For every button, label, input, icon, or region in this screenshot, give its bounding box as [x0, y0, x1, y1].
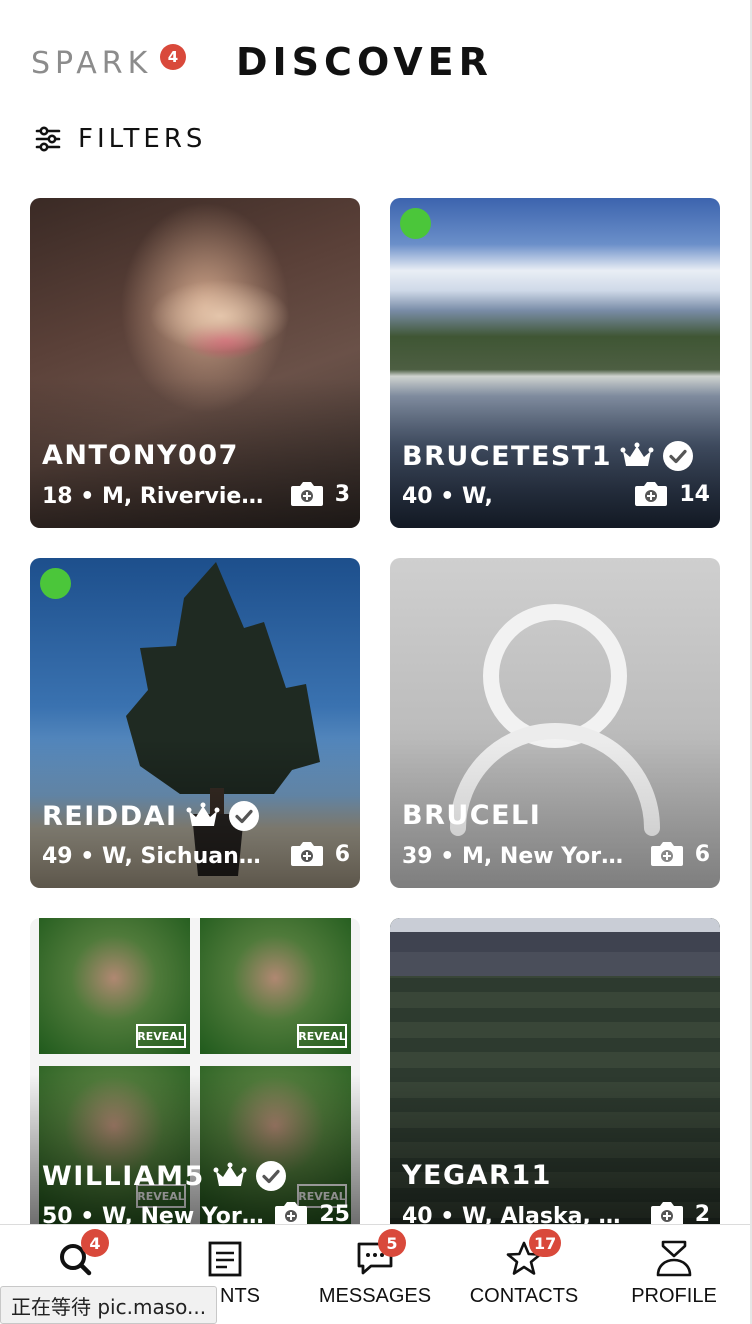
- photo-count-value: 25: [319, 1201, 350, 1225]
- profile-name: REIDDAI: [42, 800, 178, 832]
- profile-details: 50 • W, New York,...: [42, 1204, 264, 1224]
- browser-status-tooltip: 正在等待 pic.maso...: [0, 1286, 218, 1324]
- profile-name: WILLIAM5: [42, 1160, 205, 1192]
- nav-profile[interactable]: PROFILE: [599, 1225, 749, 1324]
- profile-card-antony007[interactable]: ANTONY007 18 • M, Riverview,... 3: [30, 198, 360, 528]
- discover-screen: SPARK 4 DISCOVER FILTERS ANTONY007 18 • …: [0, 0, 752, 1324]
- photo-count-value: 14: [679, 481, 710, 507]
- verified-icon: [663, 441, 694, 471]
- sliders-icon: [35, 126, 61, 152]
- profile-details: 40 • W, Alaska, Un...: [402, 1204, 624, 1224]
- camera-icon: [635, 482, 668, 506]
- photo-count: 2: [649, 1200, 710, 1224]
- messages-badge: 5: [378, 1229, 406, 1257]
- profile-details: 39 • M, New York,...: [402, 844, 624, 869]
- profile-icon: [656, 1240, 692, 1277]
- photo-count-value: 6: [334, 841, 350, 867]
- camera-icon: [275, 1202, 308, 1224]
- crown-icon: [620, 442, 654, 466]
- crown-icon: [213, 1162, 247, 1186]
- discover-badge: 4: [81, 1229, 109, 1257]
- nav-label: PROFILE: [631, 1285, 717, 1307]
- online-status-dot: [40, 568, 71, 599]
- photo-count: 6: [289, 840, 350, 868]
- camera-icon: [290, 482, 323, 506]
- photo-count: 6: [649, 840, 710, 868]
- profile-name: ANTONY007: [42, 440, 239, 471]
- verified-icon: [255, 1161, 286, 1191]
- profile-card-yegar11[interactable]: YEGAR11 40 • W, Alaska, Un... 2: [390, 918, 720, 1224]
- camera-icon: [650, 842, 683, 866]
- profile-card-brucetest1[interactable]: BRUCETEST1 40 • W, 14: [390, 198, 720, 528]
- filters-label: FILTERS: [78, 124, 207, 154]
- nav-label: MESSAGES: [318, 1285, 432, 1307]
- photo-count-value: 3: [334, 481, 350, 507]
- profile-name: BRUCELI: [402, 800, 542, 831]
- profile-details: 40 • W,: [402, 484, 493, 509]
- profile-card-bruceli[interactable]: BRUCELI 39 • M, New York,... 6: [390, 558, 720, 888]
- photo-count-value: 2: [694, 1201, 710, 1225]
- reveal-button[interactable]: REVEAL: [297, 1024, 347, 1048]
- nav-messages[interactable]: 5 MESSAGES: [300, 1225, 450, 1324]
- photo-count-value: 6: [694, 841, 710, 867]
- online-status-dot: [400, 208, 431, 239]
- moments-icon: [208, 1241, 242, 1277]
- page-title: DISCOVER: [236, 40, 493, 84]
- profile-details: 18 • M, Riverview,...: [42, 484, 264, 509]
- nav-label: NTS: [220, 1285, 260, 1307]
- camera-icon: [290, 842, 323, 866]
- nav-contacts[interactable]: 17 CONTACTS: [449, 1225, 599, 1324]
- photo-count: 14: [633, 480, 710, 508]
- crown-icon: [186, 802, 220, 826]
- photo-count: 25: [273, 1200, 350, 1224]
- photo-count: 3: [289, 480, 350, 508]
- profile-name: YEGAR11: [402, 1160, 552, 1191]
- profile-details: 49 • W, Sichuan, C...: [42, 844, 264, 869]
- contacts-badge: 17: [529, 1229, 562, 1257]
- profile-card-reiddai[interactable]: REIDDAI 49 • W, Sichuan, C... 6: [30, 558, 360, 888]
- brand-notification-badge: 4: [160, 44, 186, 70]
- nav-label: CONTACTS: [469, 1285, 579, 1307]
- brand-logo[interactable]: SPARK: [31, 46, 152, 81]
- profile-name: BRUCETEST1: [402, 440, 613, 472]
- reveal-button[interactable]: REVEAL: [136, 1024, 186, 1048]
- filters-button[interactable]: FILTERS: [34, 124, 206, 154]
- camera-icon: [650, 1202, 683, 1224]
- profile-card-william5[interactable]: REVEAL REVEAL REVEAL REVEAL WILLIAM5 50 …: [30, 918, 360, 1224]
- verified-icon: [228, 801, 259, 831]
